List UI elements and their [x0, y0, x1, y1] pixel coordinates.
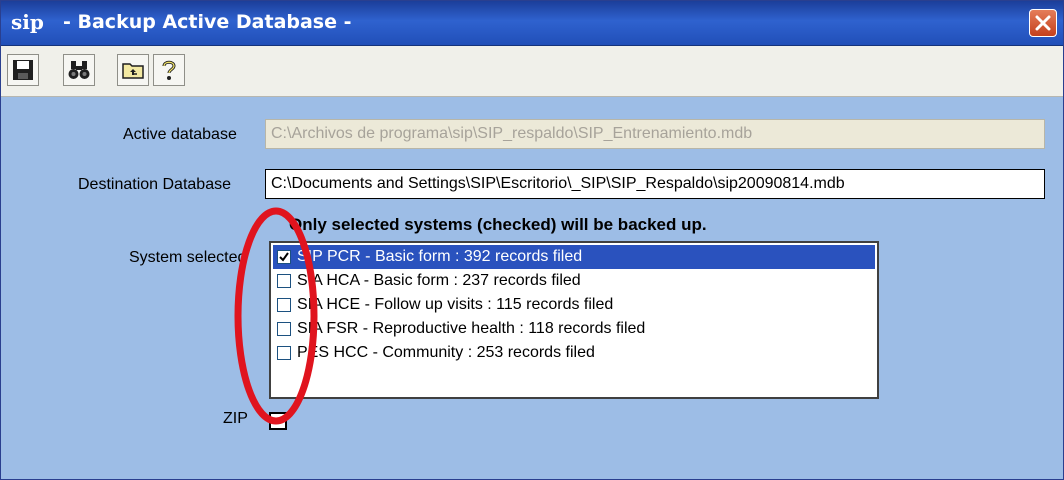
list-item-label: PES HCC - Community : 253 records filed [297, 344, 595, 361]
close-icon [1035, 15, 1051, 31]
active-database-label: Active database [123, 126, 237, 143]
app-logo: sip [11, 10, 44, 34]
destination-database-label: Destination Database [78, 176, 231, 193]
backup-dialog: sip - Backup Active Database - Active da… [0, 0, 1064, 480]
list-item[interactable]: SIA HCA - Basic form : 237 records filed [273, 269, 875, 293]
folder-up-icon [122, 63, 144, 79]
list-item-label: SIA FSR - Reproductive health : 118 reco… [297, 320, 646, 337]
folder-up-button[interactable] [117, 54, 149, 86]
list-item-label: SIA HCA - Basic form : 237 records filed [297, 272, 581, 289]
system-selected-label: System selected [129, 249, 247, 266]
list-item[interactable]: SIA HCE - Follow up visits : 115 records… [273, 293, 875, 317]
destination-database-field[interactable]: C:\Documents and Settings\SIP\Escritorio… [265, 169, 1045, 199]
list-item[interactable]: SIP PCR - Basic form : 392 records filed [273, 245, 875, 269]
title-bar: sip - Backup Active Database - [1, 1, 1063, 46]
close-button[interactable] [1029, 9, 1057, 37]
toolbar [1, 46, 1063, 97]
list-item[interactable]: SIA FSR - Reproductive health : 118 reco… [273, 317, 875, 341]
window-title: - Backup Active Database - [63, 11, 352, 33]
active-database-field: C:\Archivos de programa\sip\SIP_respaldo… [265, 119, 1045, 149]
binoculars-icon [68, 61, 90, 79]
red-highlight-ellipse [234, 207, 318, 425]
systems-listbox[interactable]: SIP PCR - Basic form : 392 records filed… [269, 241, 879, 399]
list-item-label: SIP PCR - Basic form : 392 records filed [297, 248, 583, 265]
backup-notice: Only selected systems (checked) will be … [289, 215, 707, 234]
list-item-label: SIA HCE - Follow up visits : 115 records… [297, 296, 614, 313]
search-button[interactable] [63, 54, 95, 86]
save-button[interactable] [7, 54, 39, 86]
help-icon [162, 60, 176, 80]
help-button[interactable] [153, 54, 185, 86]
save-icon [13, 60, 33, 80]
list-item[interactable]: PES HCC - Community : 253 records filed [273, 341, 875, 365]
